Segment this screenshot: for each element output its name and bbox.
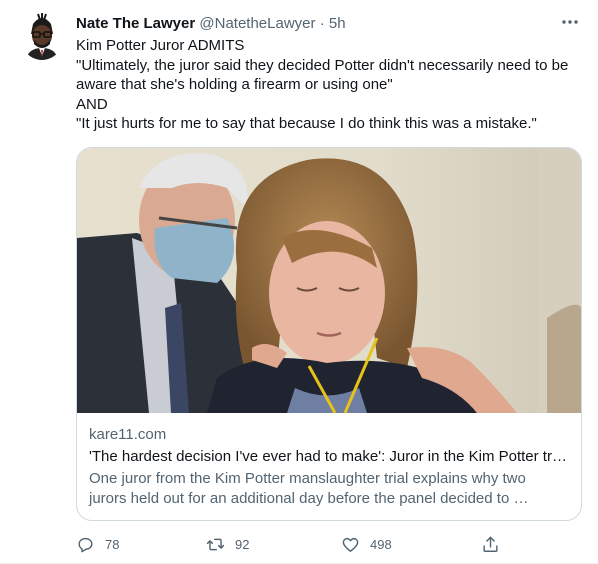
card-title[interactable]: 'The hardest decision I've ever had to m… [89,447,569,467]
reply-icon [78,537,93,552]
tweet-line: Kim Potter Juror ADMITS [76,37,245,54]
more-horizontal-icon [562,20,578,24]
heart-icon [342,537,359,552]
timestamp[interactable]: 5h [329,15,346,32]
tweet-line: "Ultimately, the juror said they decided… [76,56,573,94]
display-name[interactable]: Nate The Lawyer [76,15,195,32]
like-button[interactable]: 498 [341,532,392,556]
tweet-line: AND [76,95,108,113]
retweet-icon [206,538,225,550]
reply-count: 78 [105,536,120,552]
tweet-header: Nate The Lawyer @NatetheLawyer · 5h [76,14,346,34]
more-button[interactable] [558,12,582,32]
action-bar: 78 92 498 [76,532,506,556]
tweet-text: Kim Potter Juror ADMITS "Ultimately, the… [76,36,584,134]
tweet: Nate The Lawyer @NatetheLawyer · 5h Kim … [0,0,598,564]
card-description: One juror from the Kim Potter manslaught… [89,470,529,507]
retweet-button[interactable]: 92 [206,532,249,556]
avatar-illustration [20,12,64,60]
handle[interactable]: @NatetheLawyer [199,15,315,32]
link-card[interactable]: kare11.com 'The hardest decision I've ev… [76,147,582,521]
separator: · [319,15,325,32]
like-count: 498 [370,536,392,552]
retweet-count: 92 [235,536,250,552]
avatar[interactable] [20,12,64,60]
reply-button[interactable]: 78 [76,532,119,556]
card-image [77,148,581,413]
share-button[interactable] [481,532,500,556]
tweet-line: "It just hurts for me to say that becaus… [76,115,537,132]
card-domain: kare11.com [89,426,167,443]
card-meta: kare11.com 'The hardest decision I've ev… [89,425,569,509]
share-icon [483,536,498,552]
